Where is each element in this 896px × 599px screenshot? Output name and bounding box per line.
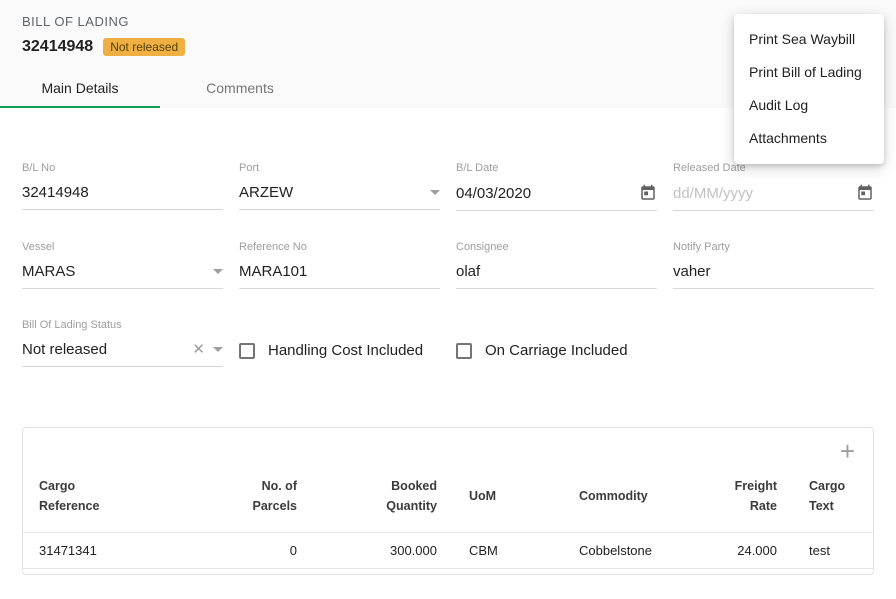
checkbox-on-carriage[interactable]: On Carriage Included	[456, 342, 628, 359]
chevron-down-icon	[430, 190, 440, 195]
field-label: Vessel	[22, 241, 223, 253]
port-select[interactable]: ARZEW	[239, 179, 440, 210]
checkbox-box	[456, 343, 472, 359]
field-notify-party: Notify Party	[673, 241, 874, 289]
chevron-down-icon	[213, 269, 223, 274]
column-header-cargo-text: Cargo Text	[793, 464, 873, 533]
cell-no-of-parcels: 0	[213, 533, 313, 569]
field-reference-no: Reference No	[239, 241, 440, 289]
released-date-input[interactable]	[673, 185, 856, 202]
chevron-down-icon	[213, 347, 223, 352]
add-cargo-button[interactable]: +	[840, 440, 855, 462]
field-port: Port ARZEW	[239, 162, 440, 211]
vessel-value: MARAS	[22, 263, 205, 280]
notify-party-input[interactable]	[673, 263, 874, 280]
bl-status-select[interactable]: Not released ✕	[22, 336, 223, 367]
clear-icon[interactable]: ✕	[192, 342, 205, 357]
calendar-icon[interactable]	[639, 184, 657, 202]
field-released-date: Released Date	[673, 162, 874, 211]
context-menu: Print Sea Waybill Print Bill of Lading A…	[734, 14, 884, 164]
field-consignee: Consignee	[456, 241, 657, 289]
field-label: Bill Of Lading Status	[22, 319, 223, 331]
calendar-icon[interactable]	[856, 184, 874, 202]
status-badge: Not released	[103, 38, 185, 56]
cell-cargo-reference: 31471341	[23, 533, 213, 569]
menu-item-print-bill-of-lading[interactable]: Print Bill of Lading	[734, 56, 884, 89]
checkbox-label: Handling Cost Included	[268, 342, 423, 359]
bl-status-value: Not released	[22, 341, 192, 358]
field-label: B/L Date	[456, 162, 657, 174]
cell-commodity: Cobbelstone	[563, 533, 713, 569]
column-header-freight-rate: Freight Rate	[713, 464, 793, 533]
checkbox-cell: Handling Cost Included	[239, 319, 440, 367]
column-header-no-of-parcels: No. of Parcels	[213, 464, 313, 533]
cell-cargo-text: test	[793, 533, 873, 569]
document-number: 32414948	[22, 38, 93, 56]
consignee-input[interactable]	[456, 263, 657, 280]
column-header-uom: UoM	[453, 464, 563, 533]
column-header-commodity: Commodity	[563, 464, 713, 533]
bl-date-input[interactable]	[456, 185, 639, 202]
checkbox-handling-cost[interactable]: Handling Cost Included	[239, 342, 423, 359]
cargo-table-row[interactable]: 31471341 0 300.000 CBM Cobbelstone 24.00…	[23, 533, 873, 569]
port-value: ARZEW	[239, 184, 422, 201]
bl-no-input[interactable]	[22, 184, 223, 201]
field-label: Consignee	[456, 241, 657, 253]
cargo-table: Cargo Reference No. of Parcels Booked Qu…	[23, 464, 873, 569]
checkbox-label: On Carriage Included	[485, 342, 628, 359]
field-label: B/L No	[22, 162, 223, 174]
cell-uom: CBM	[453, 533, 563, 569]
tab-main-details[interactable]: Main Details	[0, 70, 160, 108]
menu-item-attachments[interactable]: Attachments	[734, 122, 884, 155]
cargo-card: + Cargo Reference No. of Parcels Booked …	[22, 427, 874, 575]
cell-freight-rate: 24.000	[713, 533, 793, 569]
field-label: Notify Party	[673, 241, 874, 253]
field-bl-date: B/L Date	[456, 162, 657, 211]
field-label: Port	[239, 162, 440, 174]
checkbox-cell: On Carriage Included	[456, 319, 657, 367]
field-bl-no: B/L No	[22, 162, 223, 211]
column-header-booked-quantity: Booked Quantity	[313, 464, 453, 533]
menu-item-audit-log[interactable]: Audit Log	[734, 89, 884, 122]
field-bl-status: Bill Of Lading Status Not released ✕	[22, 319, 223, 367]
cell-booked-quantity: 300.000	[313, 533, 453, 569]
checkbox-box	[239, 343, 255, 359]
reference-no-input[interactable]	[239, 263, 440, 280]
menu-item-print-sea-waybill[interactable]: Print Sea Waybill	[734, 23, 884, 56]
tab-comments[interactable]: Comments	[160, 70, 320, 108]
field-vessel: Vessel MARAS	[22, 241, 223, 289]
column-header-cargo-reference: Cargo Reference	[23, 464, 213, 533]
field-label: Reference No	[239, 241, 440, 253]
vessel-select[interactable]: MARAS	[22, 258, 223, 289]
